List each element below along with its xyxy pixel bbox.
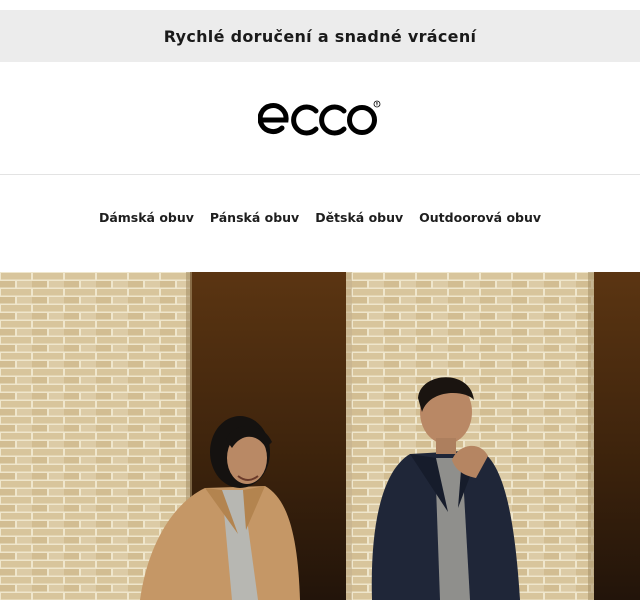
main-nav: Dámská obuv Pánská obuv Dětská obuv Outd… [0,200,640,234]
hero-photo [0,272,640,600]
nav-item-womens-shoes[interactable]: Dámská obuv [99,210,194,225]
ecco-logo-icon: R [258,100,381,136]
promo-text: Rychlé doručení a snadné vrácení [163,26,477,46]
header: R [0,62,640,175]
nav-item-kids-shoes[interactable]: Dětská obuv [315,210,403,225]
svg-text:R: R [376,102,379,107]
promo-banner: Rychlé doručení a snadné vrácení [0,10,640,62]
hero-image[interactable] [0,272,640,600]
ecco-logo[interactable]: R [258,99,382,137]
nav-item-outdoor-shoes[interactable]: Outdoorová obuv [419,210,541,225]
nav-item-mens-shoes[interactable]: Pánská obuv [210,210,299,225]
